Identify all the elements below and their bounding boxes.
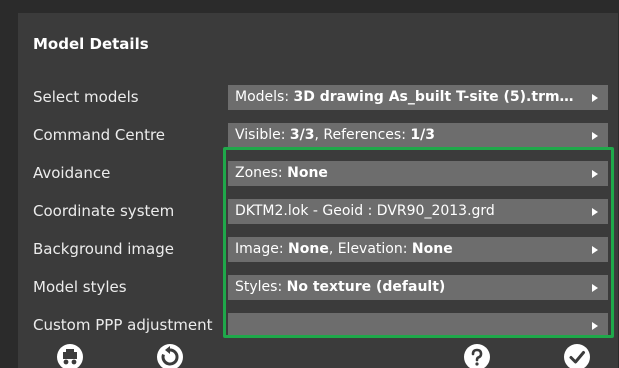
coordinate-system-value: DKTM2.lok - Geoid : DVR90_2013.grd <box>235 203 495 219</box>
machine-icon[interactable] <box>56 343 84 368</box>
model-details-panel: Model Details Select models Models: 3D d… <box>18 13 618 368</box>
coordinate-system-label: Coordinate system <box>33 202 175 220</box>
avoidance-label: Avoidance <box>33 164 111 182</box>
select-models-value: Models: 3D drawing As_built T-site (5).t… <box>235 89 574 105</box>
help-icon[interactable] <box>463 343 491 368</box>
chevron-right-icon <box>592 322 598 330</box>
coordinate-system-field[interactable]: DKTM2.lok - Geoid : DVR90_2013.grd <box>228 199 608 224</box>
background-image-field[interactable]: Image: None, Elevation: None <box>228 237 608 262</box>
command-centre-value: Visible: 3/3, References: 1/3 <box>235 127 435 143</box>
row-coordinate-system: Coordinate system DKTM2.lok - Geoid : DV… <box>18 199 618 226</box>
row-background-image: Background image Image: None, Elevation:… <box>18 237 618 264</box>
row-command-centre: Command Centre Visible: 3/3, References:… <box>18 123 618 150</box>
select-models-label: Select models <box>33 88 139 106</box>
command-centre-label: Command Centre <box>33 126 166 144</box>
row-custom-ppp-adjustment: Custom PPP adjustment <box>18 313 618 340</box>
custom-ppp-adjustment-label: Custom PPP adjustment <box>33 316 213 334</box>
row-avoidance: Avoidance Zones: None <box>18 161 618 188</box>
background-image-label: Background image <box>33 240 174 258</box>
chevron-right-icon <box>592 246 598 254</box>
confirm-icon[interactable] <box>563 343 591 368</box>
chevron-right-icon <box>592 94 598 102</box>
select-models-field[interactable]: Models: 3D drawing As_built T-site (5).t… <box>228 85 608 110</box>
row-model-styles: Model styles Styles: No texture (default… <box>18 275 618 302</box>
panel-title: Model Details <box>33 35 149 53</box>
model-styles-value: Styles: No texture (default) <box>235 279 446 295</box>
command-centre-field[interactable]: Visible: 3/3, References: 1/3 <box>228 123 608 148</box>
chevron-right-icon <box>592 284 598 292</box>
chevron-right-icon <box>592 170 598 178</box>
chevron-right-icon <box>592 132 598 140</box>
reset-icon[interactable] <box>156 343 184 368</box>
avoidance-value: Zones: None <box>235 165 328 181</box>
model-styles-field[interactable]: Styles: No texture (default) <box>228 275 608 300</box>
avoidance-field[interactable]: Zones: None <box>228 161 608 186</box>
chevron-right-icon <box>592 208 598 216</box>
row-select-models: Select models Models: 3D drawing As_buil… <box>18 85 618 112</box>
background-image-value: Image: None, Elevation: None <box>235 241 453 257</box>
model-styles-label: Model styles <box>33 278 127 296</box>
custom-ppp-adjustment-field[interactable] <box>228 313 608 338</box>
